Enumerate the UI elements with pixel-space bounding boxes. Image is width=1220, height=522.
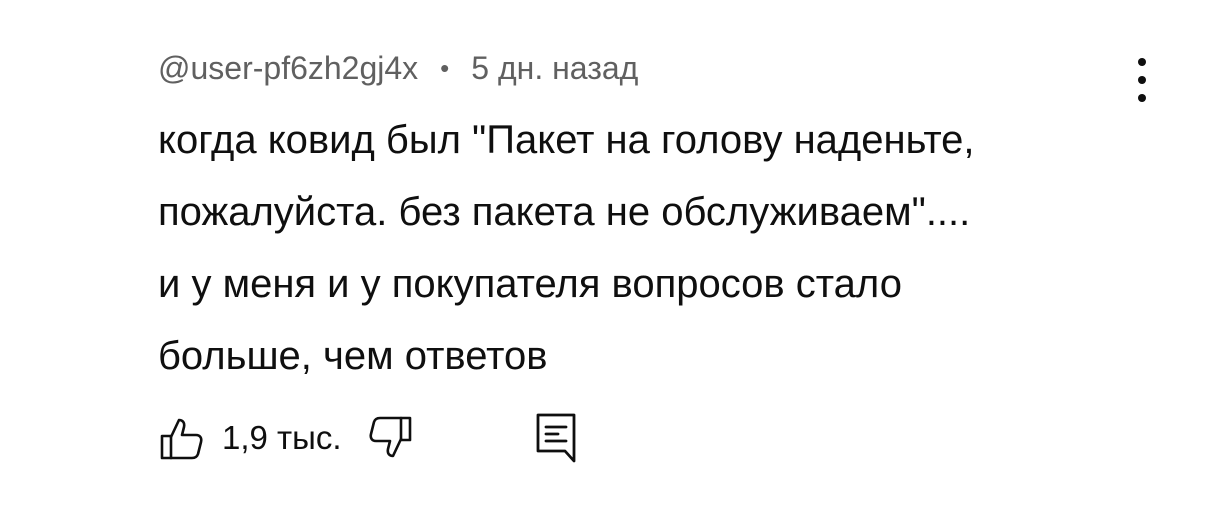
like-count: 1,9 тыс.	[222, 419, 342, 456]
comment-text-line: когда ковид был "Пакет на голову наденьт…	[158, 118, 975, 162]
comment-text-line: пожалуйста. без пакета не обслуживаем"..…	[158, 190, 971, 234]
thumbs-down-icon	[369, 416, 411, 458]
menu-dot	[1138, 94, 1146, 102]
reply-icon	[536, 413, 575, 463]
comment-actions: 1,9 тыс.	[158, 410, 580, 466]
comment-text-line: больше, чем ответов	[158, 334, 548, 378]
comment-meta: @user-pf6zh2gj4x • 5 дн. назад	[158, 46, 1148, 90]
like-button[interactable]	[158, 414, 206, 462]
reply-button[interactable]	[532, 411, 580, 465]
menu-dot	[1138, 76, 1146, 84]
comment-text: когда ковид был "Пакет на голову наденьт…	[158, 104, 1138, 392]
comment-timestamp[interactable]: 5 дн. назад	[471, 50, 638, 87]
more-vertical-icon	[1138, 58, 1146, 66]
comment-menu-button[interactable]	[1124, 58, 1160, 102]
comment-text-line: и у меня и у покупателя вопросов стало	[158, 262, 902, 306]
comment-author[interactable]: @user-pf6zh2gj4x	[158, 50, 418, 87]
comment: @user-pf6zh2gj4x • 5 дн. назад когда ков…	[158, 46, 1148, 392]
thumbs-up-icon	[160, 418, 203, 460]
meta-separator: •	[440, 52, 450, 83]
dislike-button[interactable]	[366, 414, 414, 462]
